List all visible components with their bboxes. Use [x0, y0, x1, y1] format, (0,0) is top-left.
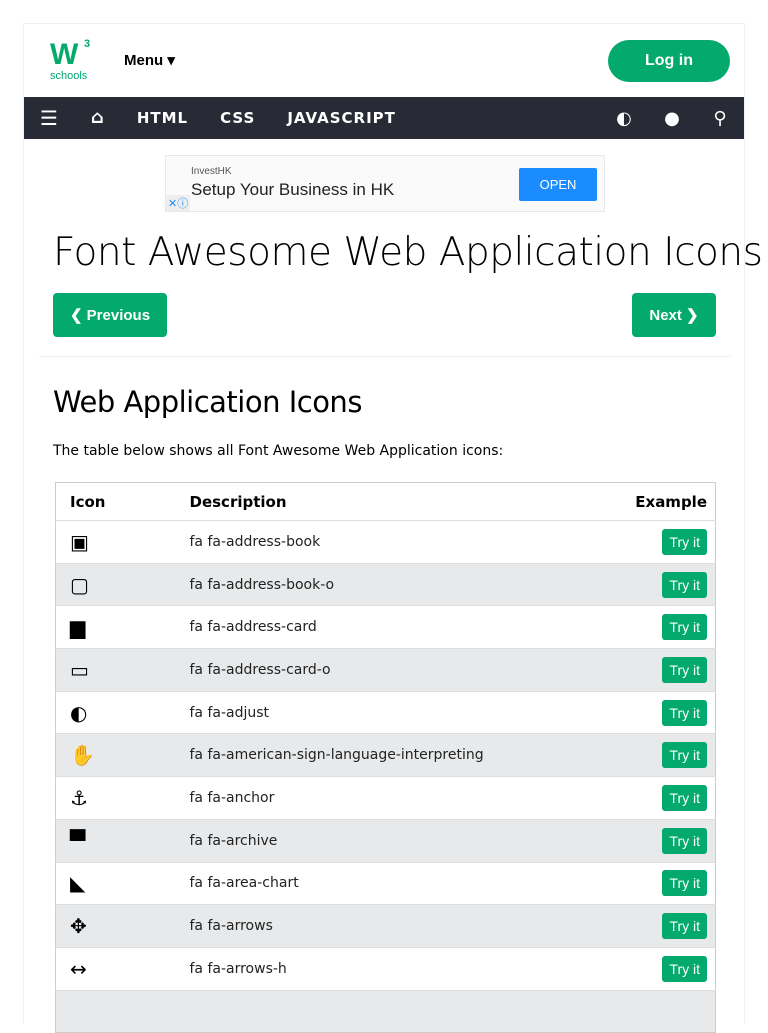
nav-javascript[interactable]: JAVASCRIPT	[271, 97, 412, 139]
example-cell: Try it	[593, 520, 716, 564]
header-example: Example	[635, 492, 707, 511]
table-row: ▣ fa fa-address-book Try it	[55, 520, 716, 564]
section-title: Web Application Icons	[53, 385, 362, 419]
try-it-button[interactable]: Try it	[662, 870, 707, 897]
icon-description: fa fa-anchor	[175, 776, 594, 820]
logo-text: schools	[50, 70, 88, 82]
address-card-o-icon: ▭	[55, 648, 176, 692]
table-row: ✋ fa fa-american-sign-language-interpret…	[55, 733, 716, 777]
example-cell: Try it	[593, 946, 716, 991]
header-description: Description	[189, 492, 287, 511]
page: W 3 schools Menu ▾ Log in ☰ ⌂ HTML CSS J…	[23, 23, 763, 1033]
table-row: ⚓ fa fa-anchor Try it	[55, 776, 716, 820]
ad-brand: InvestHK	[191, 166, 232, 177]
anchor-icon: ⚓	[55, 776, 176, 820]
arrows-icon: ✥	[55, 904, 176, 948]
table-row: ◣ fa fa-area-chart Try it	[55, 861, 716, 905]
nav-html[interactable]: HTML	[121, 97, 204, 139]
area-chart-icon: ◣	[55, 861, 176, 905]
ad-headline: Setup Your Business in HK	[191, 180, 395, 199]
try-it-button[interactable]: Try it	[662, 614, 707, 641]
empty-icon	[55, 989, 176, 1033]
table-row: ↔ fa fa-arrows-h Try it	[55, 946, 716, 991]
contrast-icon[interactable]: ◐	[600, 108, 648, 129]
address-card-icon: ▆	[55, 605, 176, 649]
try-it-button[interactable]: Try it	[662, 571, 707, 598]
try-it-button[interactable]: Try it	[662, 528, 707, 555]
icon-description: fa fa-address-card-o	[175, 648, 594, 692]
table-row: ▭ fa fa-address-card-o Try it	[55, 648, 716, 692]
header-icon: Icon	[70, 492, 106, 511]
arrows-h-icon: ↔	[55, 946, 176, 991]
adjust-icon: ◐	[55, 690, 176, 734]
icon-description	[175, 989, 594, 1033]
search-icon[interactable]: ⚲	[696, 108, 744, 129]
w3schools-logo[interactable]: W 3 schools	[48, 38, 98, 84]
archive-icon: ▀	[55, 818, 176, 862]
table-row: ◐ fa fa-adjust Try it	[55, 690, 716, 734]
menu-dropdown[interactable]: Menu ▾	[124, 51, 175, 69]
icon-description: fa fa-adjust	[175, 690, 594, 734]
top-nav: ☰ ⌂ HTML CSS JAVASCRIPT ◐ ● ⚲	[24, 97, 744, 139]
example-cell: Try it	[593, 861, 716, 905]
try-it-button[interactable]: Try it	[662, 784, 707, 811]
table-row	[55, 989, 716, 1033]
table-row: ▀ fa fa-archive Try it	[55, 818, 716, 862]
address-book-icon: ▣	[55, 520, 176, 564]
try-it-button[interactable]: Try it	[662, 699, 707, 726]
try-it-button[interactable]: Try it	[662, 955, 707, 982]
example-cell: Try it	[593, 776, 716, 820]
try-it-button[interactable]: Try it	[662, 827, 707, 854]
ad-open-button[interactable]: OPEN	[519, 168, 597, 201]
example-cell: Try it	[593, 733, 716, 777]
icon-description: fa fa-archive	[175, 818, 594, 862]
example-cell	[593, 989, 716, 1033]
logo-sup: 3	[84, 38, 91, 50]
login-button[interactable]: Log in	[608, 40, 730, 82]
try-it-button[interactable]: Try it	[662, 742, 707, 769]
ad-close-icon[interactable]: ✕ⓘ	[166, 195, 191, 211]
try-it-button[interactable]: Try it	[662, 656, 707, 683]
page-title: Font Awesome Web Application Icons	[53, 230, 763, 275]
try-it-button[interactable]: Try it	[662, 913, 707, 940]
icon-description: fa fa-address-book	[175, 520, 594, 564]
next-button[interactable]: Next ❯	[632, 293, 716, 337]
hamburger-menu-icon[interactable]: ☰	[24, 97, 75, 139]
icon-description: fa fa-address-card	[175, 605, 594, 649]
advertisement[interactable]: InvestHK Setup Your Business in HK OPEN …	[165, 155, 605, 212]
asl-interpreting-icon: ✋	[55, 733, 176, 777]
example-cell: Try it	[593, 904, 716, 948]
address-book-o-icon: ▢	[55, 562, 176, 606]
intro-text: The table below shows all Font Awesome W…	[53, 443, 504, 459]
globe-icon[interactable]: ●	[648, 108, 696, 129]
table-row: ▢ fa fa-address-book-o Try it	[55, 562, 716, 606]
icons-table: Icon Description Example ▣ fa fa-address…	[55, 482, 716, 1033]
table-row: ▆ fa fa-address-card Try it	[55, 605, 716, 649]
icon-description: fa fa-address-book-o	[175, 562, 594, 606]
icon-description: fa fa-area-chart	[175, 861, 594, 905]
icon-description: fa fa-arrows	[175, 904, 594, 948]
previous-button[interactable]: ❮ Previous	[53, 293, 167, 337]
logo-mark: W	[50, 38, 78, 71]
example-cell: Try it	[593, 818, 716, 862]
example-cell: Try it	[593, 690, 716, 734]
example-cell: Try it	[593, 605, 716, 649]
home-icon[interactable]: ⌂	[74, 97, 121, 139]
nav-css[interactable]: CSS	[204, 97, 271, 139]
example-cell: Try it	[593, 648, 716, 692]
top-header: W 3 schools Menu ▾ Log in	[24, 24, 744, 97]
table-row: ✥ fa fa-arrows Try it	[55, 904, 716, 948]
divider	[39, 356, 731, 357]
icon-description: fa fa-american-sign-language-interpretin…	[175, 733, 594, 777]
icon-description: fa fa-arrows-h	[175, 946, 594, 991]
example-cell: Try it	[593, 562, 716, 606]
